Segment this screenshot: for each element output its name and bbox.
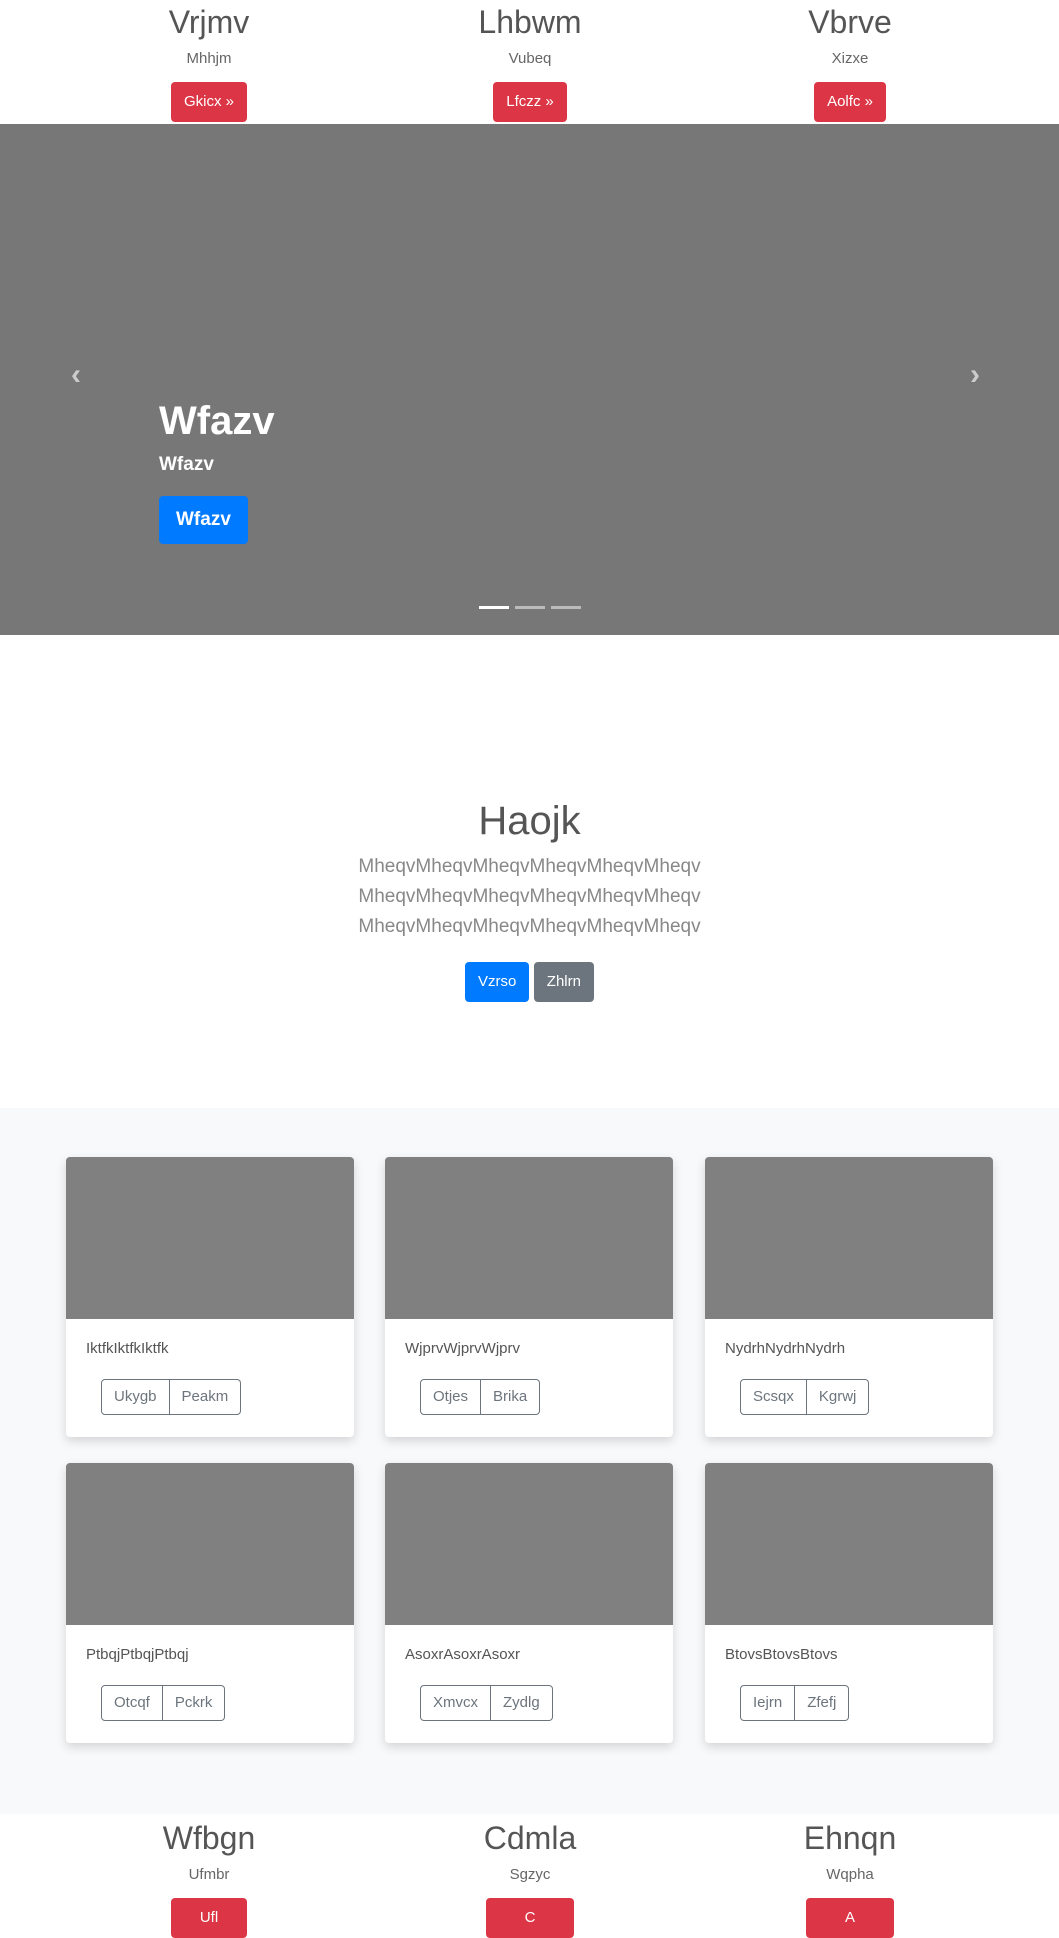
lead-line: MheqvMheqvMheqvMheqvMheqvMheqv bbox=[358, 886, 701, 907]
feature-title: Wfbgn bbox=[162, 1820, 256, 1856]
carousel: ‹ › Wfazv Wfazv Wfazv bbox=[0, 124, 1059, 635]
feature-subtitle: Xizxe bbox=[831, 50, 869, 67]
card-text: NydrhNydrhNydrh bbox=[725, 1340, 846, 1357]
album-card: PtbqjPtbqjPtbqj Otcqf Pckrk bbox=[66, 1463, 354, 1743]
card-image-placeholder bbox=[66, 1463, 354, 1625]
carousel-button[interactable]: Wfazv bbox=[159, 496, 248, 544]
feature-subtitle: Ufmbr bbox=[188, 1866, 230, 1883]
card-button[interactable]: Iejrn bbox=[740, 1685, 796, 1721]
card-button[interactable]: Zydlg bbox=[491, 1685, 553, 1721]
carousel-prev-icon[interactable]: ‹ bbox=[71, 358, 81, 392]
feature-column: Ehnqn Wqpha A bbox=[680, 1818, 1020, 1938]
feature-button[interactable]: A bbox=[806, 1898, 894, 1938]
button-group: Otjes Brika bbox=[420, 1379, 541, 1415]
card-button[interactable]: Peakm bbox=[169, 1379, 242, 1415]
card-image-placeholder bbox=[66, 1157, 354, 1319]
card-text: WjprvWjprvWjprv bbox=[405, 1340, 520, 1357]
feature-title: Vrjmv bbox=[168, 4, 250, 40]
button-group: Otcqf Pckrk bbox=[101, 1685, 226, 1721]
feature-title: Cdmla bbox=[483, 1820, 577, 1856]
secondary-button[interactable]: Zhlrn bbox=[533, 962, 594, 1002]
feature-subtitle: Wqpha bbox=[826, 1866, 874, 1883]
card-text: AsoxrAsoxrAsoxr bbox=[405, 1646, 521, 1663]
album-card: IktfkIktfkIktfk Ukygb Peakm bbox=[66, 1157, 354, 1437]
feature-column: Cdmla Sgzyc C bbox=[360, 1818, 700, 1938]
button-group: Iejrn Zfefj bbox=[740, 1685, 850, 1721]
card-image-placeholder bbox=[705, 1463, 993, 1625]
card-text: IktfkIktfkIktfk bbox=[86, 1340, 169, 1357]
card-button[interactable]: Ukygb bbox=[101, 1379, 170, 1415]
lead-line: MheqvMheqvMheqvMheqvMheqvMheqv bbox=[358, 856, 701, 877]
carousel-indicator[interactable] bbox=[551, 606, 581, 609]
carousel-title: Wfazv bbox=[159, 399, 275, 443]
card-image-placeholder bbox=[385, 1463, 673, 1625]
feature-button[interactable]: Aolfc » bbox=[814, 82, 886, 122]
feature-button[interactable]: Gkicx » bbox=[170, 82, 247, 122]
lead-line: MheqvMheqvMheqvMheqvMheqvMheqv bbox=[358, 916, 701, 937]
card-button[interactable]: Otcqf bbox=[101, 1685, 163, 1721]
card-button[interactable]: Otjes bbox=[420, 1379, 482, 1415]
feature-button[interactable]: Ufl bbox=[171, 1898, 247, 1938]
carousel-indicator[interactable] bbox=[515, 606, 545, 609]
primary-button[interactable]: Vzrso bbox=[465, 962, 530, 1002]
album-card: BtovsBtovsBtovs Iejrn Zfefj bbox=[705, 1463, 993, 1743]
feature-column: Vbrve Xizxe Aolfc » bbox=[680, 2, 1020, 122]
card-text: PtbqjPtbqjPtbqj bbox=[86, 1646, 189, 1663]
card-button[interactable]: Xmvcx bbox=[420, 1685, 491, 1721]
album-card: AsoxrAsoxrAsoxr Xmvcx Zydlg bbox=[385, 1463, 673, 1743]
feature-button[interactable]: Lfczz » bbox=[493, 82, 567, 122]
button-group: Scsqx Kgrwj bbox=[740, 1379, 870, 1415]
card-button[interactable]: Scsqx bbox=[740, 1379, 807, 1415]
card-image-placeholder bbox=[385, 1157, 673, 1319]
feature-title: Lhbwm bbox=[478, 4, 582, 40]
feature-title: Vbrve bbox=[808, 4, 892, 40]
card-button[interactable]: Brika bbox=[481, 1379, 541, 1415]
jumbotron: Haojk MheqvMheqvMheqvMheqvMheqvMheqv Mhe… bbox=[0, 796, 1059, 1002]
feature-column: Lhbwm Vubeq Lfczz » bbox=[360, 2, 700, 122]
carousel-indicator-active[interactable] bbox=[479, 606, 509, 609]
carousel-next-icon[interactable]: › bbox=[970, 358, 980, 392]
feature-subtitle: Sgzyc bbox=[509, 1866, 551, 1883]
button-group: Xmvcx Zydlg bbox=[420, 1685, 553, 1721]
album-section: IktfkIktfkIktfk Ukygb Peakm WjprvWjprvWjpr… bbox=[0, 1108, 1059, 1814]
jumbotron-lead: MheqvMheqvMheqvMheqvMheqvMheqv MheqvMheq… bbox=[0, 852, 1059, 942]
card-button[interactable]: Zfefj bbox=[795, 1685, 850, 1721]
carousel-subtitle: Wfazv bbox=[159, 454, 214, 475]
card-button[interactable]: Kgrwj bbox=[806, 1379, 870, 1415]
button-group: Ukygb Peakm bbox=[101, 1379, 242, 1415]
carousel-caption: Wfazv Wfazv Wfazv bbox=[159, 396, 275, 544]
jumbotron-title: Haojk bbox=[478, 799, 581, 843]
feature-title: Ehnqn bbox=[803, 1820, 897, 1856]
feature-subtitle: Vubeq bbox=[508, 50, 552, 67]
feature-column: Wfbgn Ufmbr Ufl bbox=[39, 1818, 379, 1938]
card-button[interactable]: Pckrk bbox=[162, 1685, 226, 1721]
feature-button[interactable]: C bbox=[486, 1898, 574, 1938]
album-card: NydrhNydrhNydrh Scsqx Kgrwj bbox=[705, 1157, 993, 1437]
album-card: WjprvWjprvWjprv Otjes Brika bbox=[385, 1157, 673, 1437]
card-image-placeholder bbox=[705, 1157, 993, 1319]
card-text: BtovsBtovsBtovs bbox=[725, 1646, 838, 1663]
feature-subtitle: Mhhjm bbox=[186, 50, 232, 67]
feature-column: Vrjmv Mhhjm Gkicx » bbox=[39, 2, 379, 122]
